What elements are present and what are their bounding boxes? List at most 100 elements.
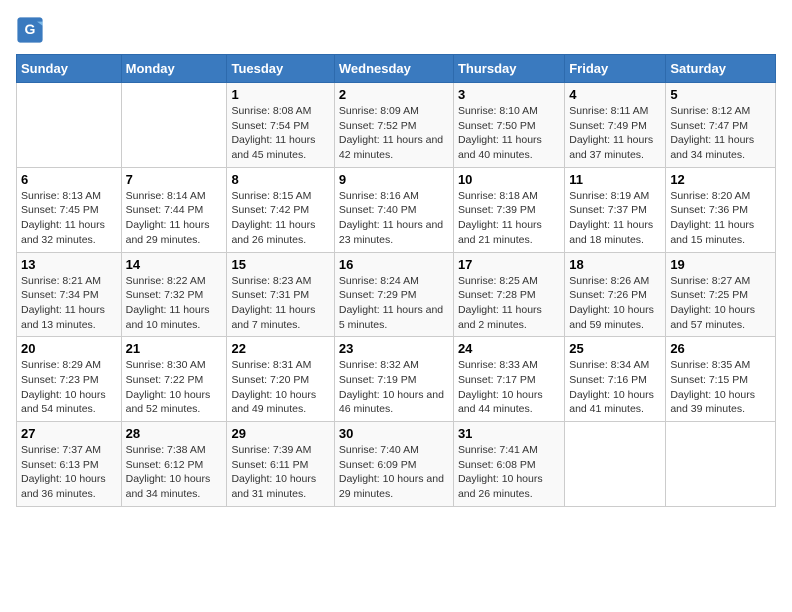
day-number: 16 — [339, 257, 449, 272]
day-number: 11 — [569, 172, 661, 187]
logo: G — [16, 16, 48, 44]
calendar-cell: 25 Sunrise: 8:34 AMSunset: 7:16 PMDayligh… — [565, 337, 666, 422]
calendar-cell: 17 Sunrise: 8:25 AMSunset: 7:28 PMDayligh… — [453, 252, 564, 337]
day-number: 22 — [231, 341, 329, 356]
day-detail: Sunrise: 8:30 AMSunset: 7:22 PMDaylight:… — [126, 358, 223, 417]
day-number: 14 — [126, 257, 223, 272]
day-number: 9 — [339, 172, 449, 187]
day-detail: Sunrise: 8:32 AMSunset: 7:19 PMDaylight:… — [339, 358, 449, 417]
day-number: 26 — [670, 341, 771, 356]
day-number: 25 — [569, 341, 661, 356]
calendar-cell: 11 Sunrise: 8:19 AMSunset: 7:37 PMDayligh… — [565, 167, 666, 252]
day-number: 24 — [458, 341, 560, 356]
calendar-cell: 18 Sunrise: 8:26 AMSunset: 7:26 PMDayligh… — [565, 252, 666, 337]
day-number: 7 — [126, 172, 223, 187]
calendar-cell: 9 Sunrise: 8:16 AMSunset: 7:40 PMDaylight… — [334, 167, 453, 252]
day-detail: Sunrise: 8:12 AMSunset: 7:47 PMDaylight:… — [670, 104, 771, 163]
day-number: 27 — [21, 426, 117, 441]
day-detail: Sunrise: 8:29 AMSunset: 7:23 PMDaylight:… — [21, 358, 117, 417]
page-header: G — [16, 16, 776, 44]
calendar-table: SundayMondayTuesdayWednesdayThursdayFrid… — [16, 54, 776, 507]
calendar-cell: 3 Sunrise: 8:10 AMSunset: 7:50 PMDaylight… — [453, 83, 564, 168]
day-detail: Sunrise: 8:11 AMSunset: 7:49 PMDaylight:… — [569, 104, 661, 163]
day-number: 18 — [569, 257, 661, 272]
calendar-cell: 2 Sunrise: 8:09 AMSunset: 7:52 PMDaylight… — [334, 83, 453, 168]
day-number: 20 — [21, 341, 117, 356]
day-header-friday: Friday — [565, 55, 666, 83]
day-header-monday: Monday — [121, 55, 227, 83]
day-number: 10 — [458, 172, 560, 187]
calendar-cell — [17, 83, 122, 168]
day-number: 31 — [458, 426, 560, 441]
calendar-cell: 7 Sunrise: 8:14 AMSunset: 7:44 PMDaylight… — [121, 167, 227, 252]
day-detail: Sunrise: 8:20 AMSunset: 7:36 PMDaylight:… — [670, 189, 771, 248]
day-detail: Sunrise: 8:22 AMSunset: 7:32 PMDaylight:… — [126, 274, 223, 333]
calendar-cell: 14 Sunrise: 8:22 AMSunset: 7:32 PMDayligh… — [121, 252, 227, 337]
day-detail: Sunrise: 8:25 AMSunset: 7:28 PMDaylight:… — [458, 274, 560, 333]
calendar-cell: 20 Sunrise: 8:29 AMSunset: 7:23 PMDayligh… — [17, 337, 122, 422]
day-detail: Sunrise: 8:15 AMSunset: 7:42 PMDaylight:… — [231, 189, 329, 248]
day-number: 23 — [339, 341, 449, 356]
day-number: 13 — [21, 257, 117, 272]
day-detail: Sunrise: 8:18 AMSunset: 7:39 PMDaylight:… — [458, 189, 560, 248]
day-detail: Sunrise: 7:39 AMSunset: 6:11 PMDaylight:… — [231, 443, 329, 502]
week-row-4: 20 Sunrise: 8:29 AMSunset: 7:23 PMDayligh… — [17, 337, 776, 422]
logo-icon: G — [16, 16, 44, 44]
day-number: 19 — [670, 257, 771, 272]
day-number: 5 — [670, 87, 771, 102]
day-number: 30 — [339, 426, 449, 441]
day-detail: Sunrise: 7:40 AMSunset: 6:09 PMDaylight:… — [339, 443, 449, 502]
calendar-cell: 15 Sunrise: 8:23 AMSunset: 7:31 PMDayligh… — [227, 252, 334, 337]
calendar-cell: 24 Sunrise: 8:33 AMSunset: 7:17 PMDayligh… — [453, 337, 564, 422]
day-header-thursday: Thursday — [453, 55, 564, 83]
calendar-cell: 4 Sunrise: 8:11 AMSunset: 7:49 PMDaylight… — [565, 83, 666, 168]
day-detail: Sunrise: 8:31 AMSunset: 7:20 PMDaylight:… — [231, 358, 329, 417]
calendar-cell: 27 Sunrise: 7:37 AMSunset: 6:13 PMDayligh… — [17, 422, 122, 507]
day-number: 6 — [21, 172, 117, 187]
day-header-tuesday: Tuesday — [227, 55, 334, 83]
day-number: 2 — [339, 87, 449, 102]
day-detail: Sunrise: 8:13 AMSunset: 7:45 PMDaylight:… — [21, 189, 117, 248]
day-number: 4 — [569, 87, 661, 102]
calendar-cell: 29 Sunrise: 7:39 AMSunset: 6:11 PMDayligh… — [227, 422, 334, 507]
calendar-cell: 12 Sunrise: 8:20 AMSunset: 7:36 PMDayligh… — [666, 167, 776, 252]
day-detail: Sunrise: 8:19 AMSunset: 7:37 PMDaylight:… — [569, 189, 661, 248]
day-detail: Sunrise: 8:09 AMSunset: 7:52 PMDaylight:… — [339, 104, 449, 163]
day-detail: Sunrise: 8:23 AMSunset: 7:31 PMDaylight:… — [231, 274, 329, 333]
day-detail: Sunrise: 8:10 AMSunset: 7:50 PMDaylight:… — [458, 104, 560, 163]
day-header-sunday: Sunday — [17, 55, 122, 83]
calendar-cell — [565, 422, 666, 507]
day-detail: Sunrise: 7:41 AMSunset: 6:08 PMDaylight:… — [458, 443, 560, 502]
day-number: 8 — [231, 172, 329, 187]
day-number: 29 — [231, 426, 329, 441]
calendar-cell: 31 Sunrise: 7:41 AMSunset: 6:08 PMDayligh… — [453, 422, 564, 507]
day-number: 17 — [458, 257, 560, 272]
day-detail: Sunrise: 8:26 AMSunset: 7:26 PMDaylight:… — [569, 274, 661, 333]
day-number: 1 — [231, 87, 329, 102]
day-number: 3 — [458, 87, 560, 102]
calendar-cell: 10 Sunrise: 8:18 AMSunset: 7:39 PMDayligh… — [453, 167, 564, 252]
calendar-cell: 19Sunrise: 8:27 AMSunset: 7:25 PMDayligh… — [666, 252, 776, 337]
day-header-saturday: Saturday — [666, 55, 776, 83]
day-detail: Sunrise: 7:37 AMSunset: 6:13 PMDaylight:… — [21, 443, 117, 502]
week-row-1: 1Sunrise: 8:08 AMSunset: 7:54 PMDaylight… — [17, 83, 776, 168]
day-detail: Sunrise: 8:33 AMSunset: 7:17 PMDaylight:… — [458, 358, 560, 417]
day-number: 12 — [670, 172, 771, 187]
calendar-cell: 22 Sunrise: 8:31 AMSunset: 7:20 PMDayligh… — [227, 337, 334, 422]
day-detail: Sunrise: 8:35 AMSunset: 7:15 PMDaylight:… — [670, 358, 771, 417]
day-detail: Sunrise: 8:34 AMSunset: 7:16 PMDaylight:… — [569, 358, 661, 417]
day-detail: Sunrise: 8:21 AMSunset: 7:34 PMDaylight:… — [21, 274, 117, 333]
calendar-cell: 5 Sunrise: 8:12 AMSunset: 7:47 PMDaylight… — [666, 83, 776, 168]
svg-text:G: G — [25, 21, 36, 37]
day-number: 15 — [231, 257, 329, 272]
day-number: 21 — [126, 341, 223, 356]
calendar-cell — [121, 83, 227, 168]
calendar-cell: 28Sunrise: 7:38 AMSunset: 6:12 PMDayligh… — [121, 422, 227, 507]
calendar-cell: 6 Sunrise: 8:13 AMSunset: 7:45 PMDaylight… — [17, 167, 122, 252]
days-header-row: SundayMondayTuesdayWednesdayThursdayFrid… — [17, 55, 776, 83]
day-detail: Sunrise: 8:24 AMSunset: 7:29 PMDaylight:… — [339, 274, 449, 333]
calendar-cell: 8 Sunrise: 8:15 AMSunset: 7:42 PMDaylight… — [227, 167, 334, 252]
day-detail: Sunrise: 8:14 AMSunset: 7:44 PMDaylight:… — [126, 189, 223, 248]
day-detail: Sunrise: 8:16 AMSunset: 7:40 PMDaylight:… — [339, 189, 449, 248]
calendar-cell: 26 Sunrise: 8:35 AMSunset: 7:15 PMDayligh… — [666, 337, 776, 422]
